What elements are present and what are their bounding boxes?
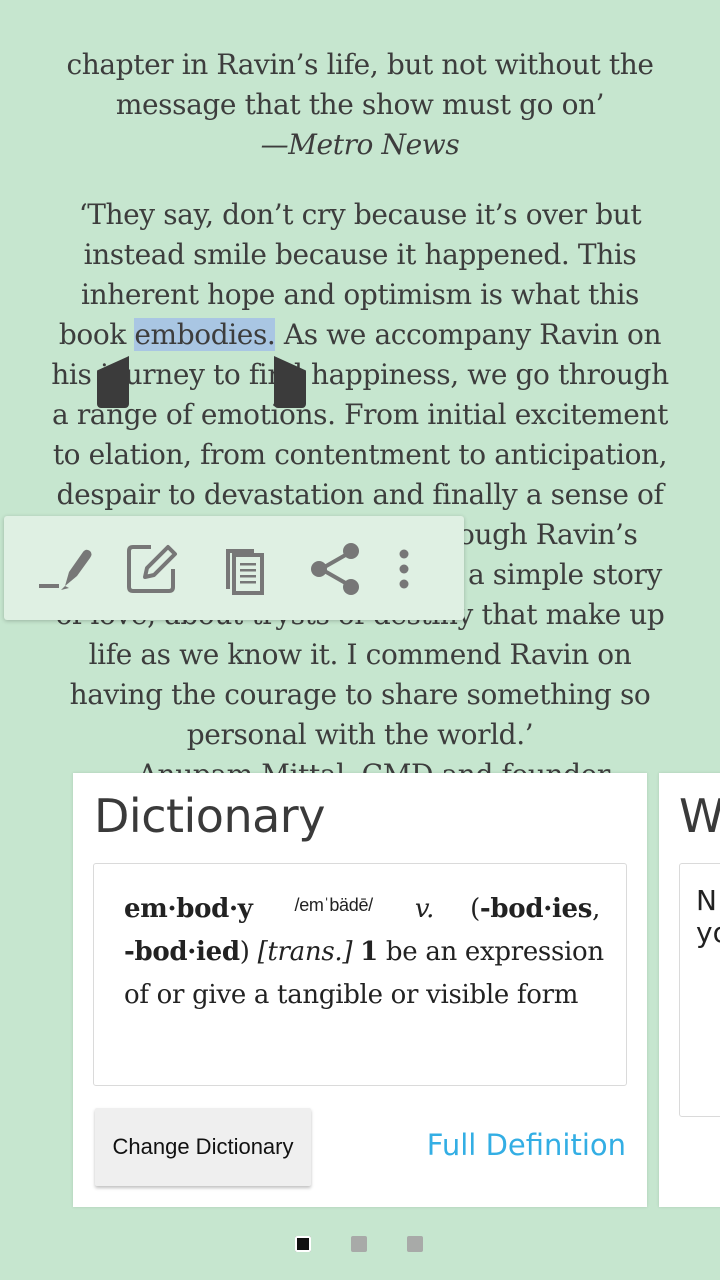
share-icon <box>307 541 363 597</box>
text-line: personal with the world.’ <box>186 718 534 751</box>
next-card[interactable]: W N yo <box>659 773 720 1207</box>
more-options-button[interactable] <box>384 538 424 600</box>
definition-text: be an expression <box>385 937 604 967</box>
add-note-button[interactable] <box>116 538 186 600</box>
definition-line: -bod·ied) [trans.] 1 be an expression <box>124 937 604 967</box>
book-page[interactable]: chapter in Ravin’s life, but not without… <box>0 0 720 775</box>
highlighter-icon <box>35 542 95 596</box>
text-line: —Anupam Mittal, CMD and founder <box>110 758 610 775</box>
next-card-box: N yo <box>679 863 720 1117</box>
selected-word[interactable]: embodies. <box>134 318 276 351</box>
text-line: rough Ravin’s <box>445 518 638 551</box>
full-definition-link[interactable]: Full Definition <box>427 1128 626 1162</box>
page-indicator-dot-2[interactable] <box>351 1236 367 1252</box>
part-of-speech: v. <box>414 894 435 924</box>
text-line: to elation, from contentment to anticipa… <box>52 438 668 471</box>
inflection: -bod·ied <box>124 937 240 967</box>
text-segment: As we accompany Ravin on <box>275 318 662 351</box>
definition-line: em·bod·y /emˈbädē/ v. (-bod·ies, <box>124 894 600 924</box>
text-line: inherent hope and optimism is what this <box>81 278 639 311</box>
more-vert-icon <box>398 549 410 589</box>
next-card-text: N <box>696 884 717 917</box>
definition-line: of or give a tangible or visible form <box>124 980 579 1010</box>
text-line: having the courage to share something so <box>69 678 651 711</box>
text-segment: book <box>58 318 135 351</box>
copy-icon <box>220 541 270 597</box>
page-indicator-dot-3[interactable] <box>407 1236 423 1252</box>
punct: ( <box>470 894 480 924</box>
text-line: life as we know it. I commend Ravin on <box>88 638 632 671</box>
page-indicator-dot-1[interactable] <box>295 1236 311 1252</box>
text-line: —Metro News <box>0 125 720 165</box>
share-button[interactable] <box>300 538 370 600</box>
next-card-text: yo <box>696 916 720 949</box>
text-line: instead smile because it happened. This <box>83 238 637 271</box>
headword: em·bod·y <box>124 894 253 924</box>
dictionary-title: Dictionary <box>94 789 325 843</box>
grammar-label: [trans.] <box>257 937 353 967</box>
sense-number: 1 <box>360 937 378 967</box>
punct: , <box>592 894 601 924</box>
definition-box[interactable]: em·bod·y /emˈbädē/ v. (-bod·ies, -bod·ie… <box>93 863 627 1086</box>
text-line: message that the show must go on’ <box>115 88 605 121</box>
inflection: -bod·ies <box>479 894 593 924</box>
next-card-title: W <box>679 789 720 843</box>
text-line: chapter in Ravin’s life, but not without… <box>66 48 654 81</box>
dictionary-card[interactable]: Dictionary em·bod·y /emˈbädē/ v. (-bod·i… <box>73 773 647 1207</box>
copy-button[interactable] <box>210 538 280 600</box>
text-line: ‘They say, don’t cry because it’s over b… <box>78 198 642 231</box>
text-line: a simple story <box>468 558 662 591</box>
highlight-button[interactable] <box>30 538 100 600</box>
pronunciation: /emˈbädē/ <box>294 895 374 915</box>
punct: ) <box>239 937 250 967</box>
note-edit-icon <box>123 541 179 597</box>
text-line: book embodies. As we accompany Ravin on <box>0 315 720 355</box>
change-dictionary-button[interactable]: Change Dictionary <box>95 1108 311 1186</box>
attribution-metro-news: —Metro News <box>260 128 460 161</box>
selection-toolbar <box>4 516 464 620</box>
text-line: despair to devastation and finally a sen… <box>56 478 664 511</box>
